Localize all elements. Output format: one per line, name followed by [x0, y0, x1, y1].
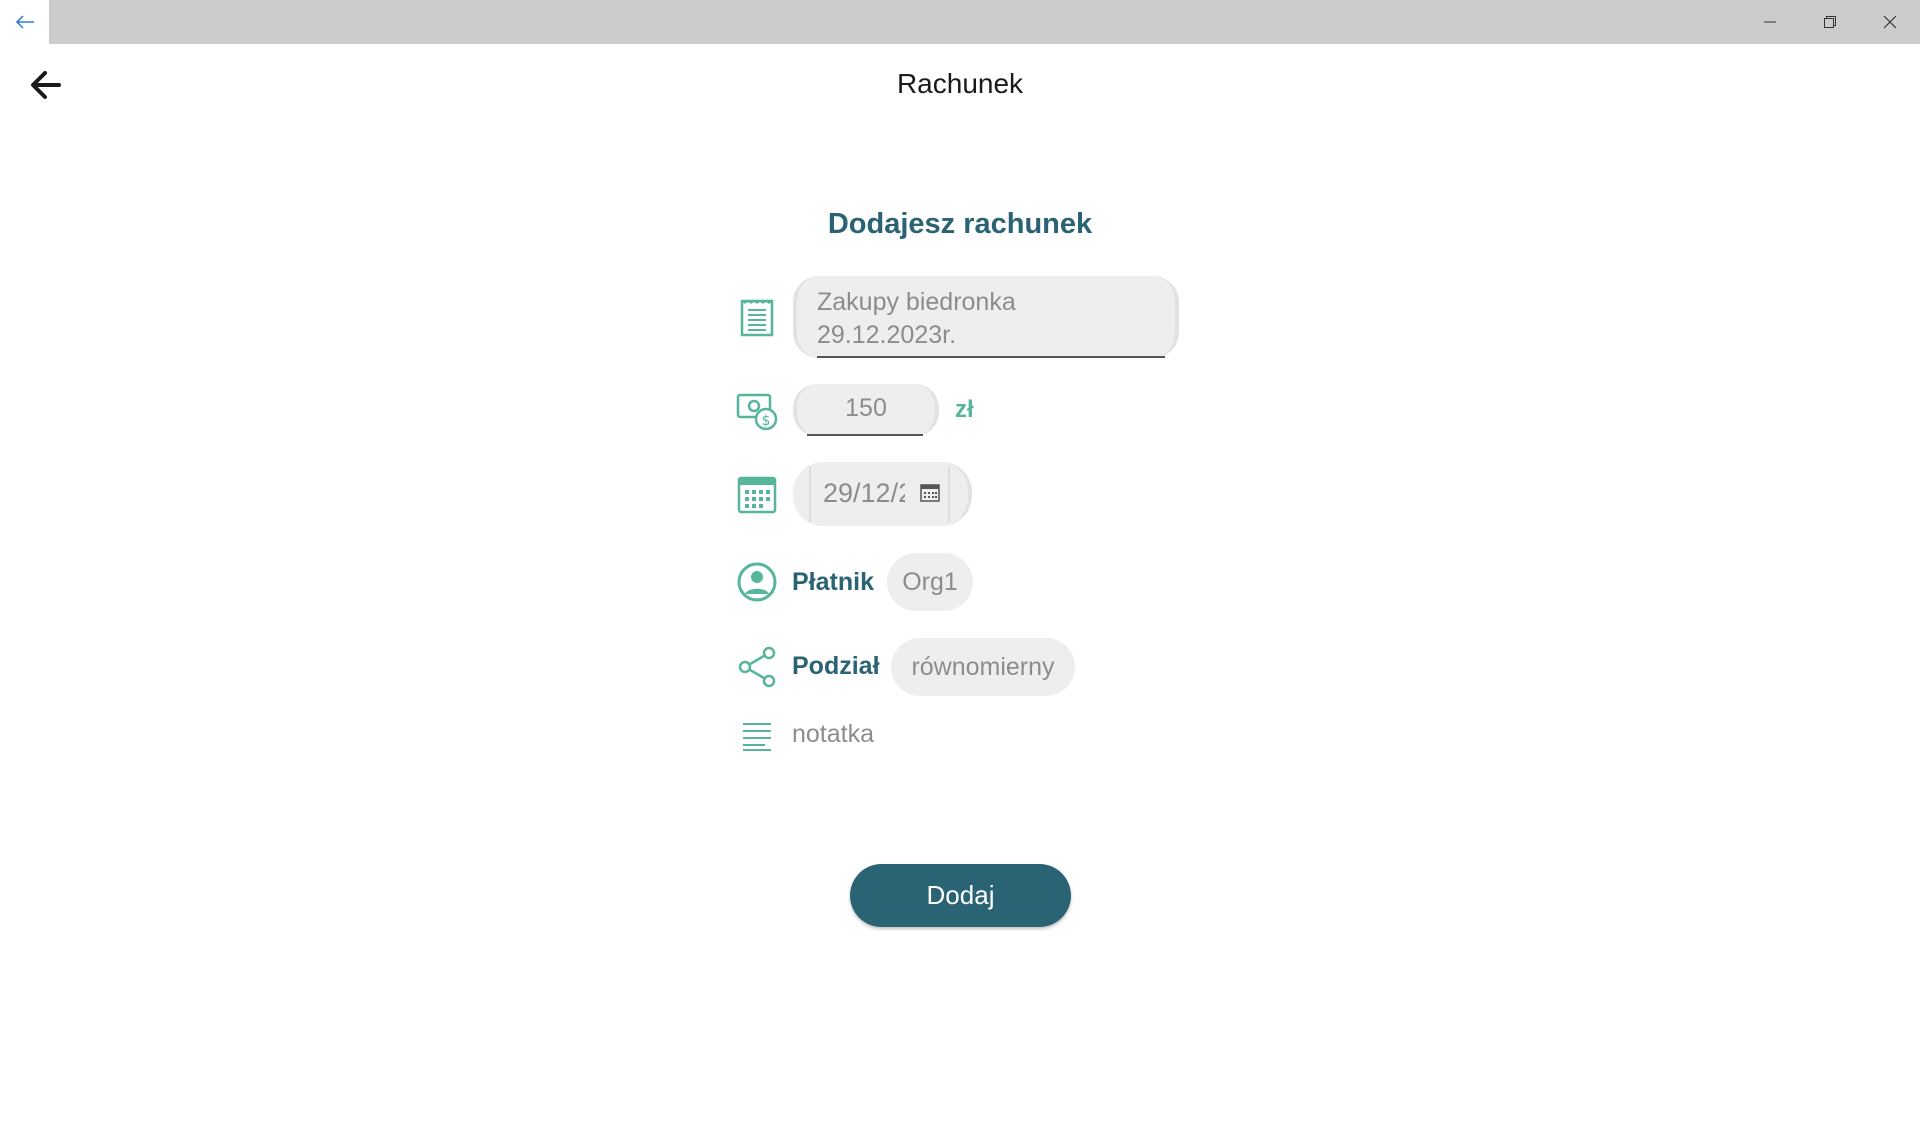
- split-label: Podział: [792, 652, 880, 680]
- user-icon: [734, 559, 780, 605]
- restore-icon: [1824, 16, 1836, 28]
- share-icon: [734, 644, 780, 690]
- field-underline: [807, 434, 923, 436]
- add-button-label: Dodaj: [926, 880, 995, 910]
- form-heading: Dodajesz rachunek: [827, 208, 1093, 240]
- note-lines-icon: [734, 718, 780, 754]
- money-icon: $: [734, 389, 780, 433]
- minimize-icon: [1764, 21, 1776, 23]
- payer-value: Org1: [902, 567, 958, 596]
- calendar-icon[interactable]: [920, 484, 940, 502]
- close-icon: [1883, 15, 1897, 29]
- bill-title-value: Zakupy biedronka 29.12.2023r.: [817, 288, 1016, 349]
- split-value: równomierny: [911, 652, 1055, 681]
- amount-field[interactable]: 150: [793, 384, 939, 436]
- receipt-icon: [734, 296, 780, 340]
- minimize-button[interactable]: [1740, 0, 1800, 44]
- restore-button[interactable]: [1800, 0, 1860, 44]
- arrow-left-icon: [15, 15, 34, 29]
- date-value: 29/12/2023: [823, 478, 905, 508]
- amount-value: 150: [845, 394, 887, 422]
- currency-label: zł: [955, 396, 974, 423]
- note-input[interactable]: notatka: [792, 720, 874, 749]
- payer-selector[interactable]: Org1: [887, 553, 973, 611]
- field-underline: [817, 356, 1165, 358]
- date-picker[interactable]: 29/12/2023: [793, 462, 972, 526]
- svg-text:$: $: [762, 413, 771, 429]
- page-title: Rachunek: [896, 68, 1024, 99]
- calendar-icon: [734, 473, 780, 517]
- close-button[interactable]: [1860, 0, 1920, 44]
- window-titlebar: [0, 0, 1920, 44]
- split-selector[interactable]: równomierny: [891, 638, 1075, 696]
- window-back-button[interactable]: [0, 0, 49, 44]
- add-button[interactable]: Dodaj: [850, 864, 1071, 927]
- bill-title-field[interactable]: Zakupy biedronka 29.12.2023r.: [793, 276, 1179, 358]
- payer-label: Płatnik: [792, 568, 874, 596]
